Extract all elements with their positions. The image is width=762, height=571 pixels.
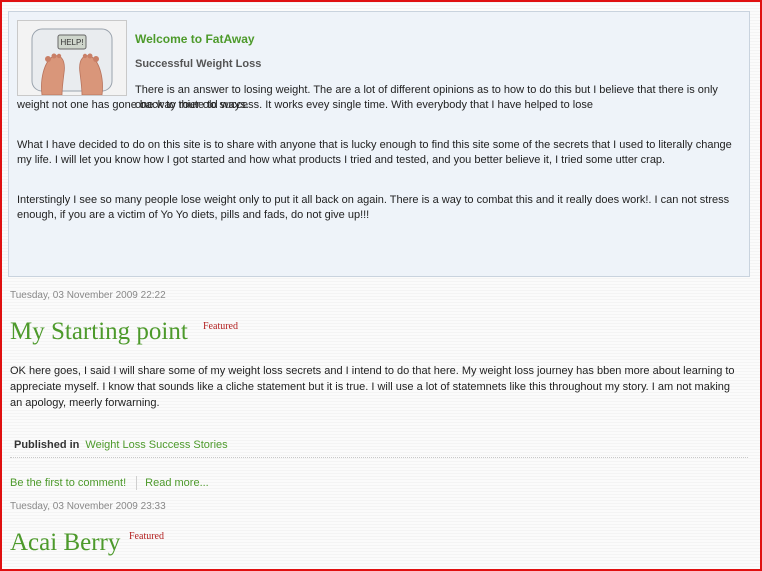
scale-feet-image: HELP! bbox=[17, 20, 127, 96]
welcome-heading: Welcome to FatAway bbox=[135, 32, 255, 46]
page-frame: HELP! Welcome to FatAway Successful Weig… bbox=[0, 0, 762, 571]
intro-paragraph-1-cont: weight not one has gone back to thier ol… bbox=[17, 99, 249, 111]
post-links: Be the first to comment! Read more... bbox=[10, 476, 209, 490]
scale-display-text: HELP! bbox=[60, 38, 83, 47]
featured-badge: Featured bbox=[203, 321, 238, 332]
intro-paragraph-3: Interstingly I see so many people lose w… bbox=[17, 194, 730, 221]
intro-paragraph-2: What I have decided to do on this site i… bbox=[17, 139, 732, 166]
category-link[interactable]: Weight Loss Success Stories bbox=[85, 439, 227, 451]
post-body: OK here goes, I said I will share some o… bbox=[10, 365, 735, 409]
published-label: Published in bbox=[14, 439, 80, 451]
post-date: Tuesday, 03 November 2009 22:22 bbox=[10, 290, 166, 301]
read-more-link[interactable]: Read more... bbox=[145, 477, 209, 489]
post-date: Tuesday, 03 November 2009 23:33 bbox=[10, 501, 166, 512]
published-in: Published in Weight Loss Success Stories bbox=[14, 439, 228, 451]
comment-link[interactable]: Be the first to comment! bbox=[10, 477, 126, 489]
divider bbox=[10, 457, 748, 458]
post-title-link[interactable]: My Starting point bbox=[10, 318, 188, 346]
intro-subtitle: Successful Weight Loss bbox=[135, 58, 262, 70]
intro-box: HELP! Welcome to FatAway Successful Weig… bbox=[8, 11, 750, 277]
link-separator bbox=[136, 476, 138, 490]
featured-badge: Featured bbox=[129, 531, 164, 542]
post-title-link[interactable]: Acai Berry bbox=[10, 529, 120, 557]
